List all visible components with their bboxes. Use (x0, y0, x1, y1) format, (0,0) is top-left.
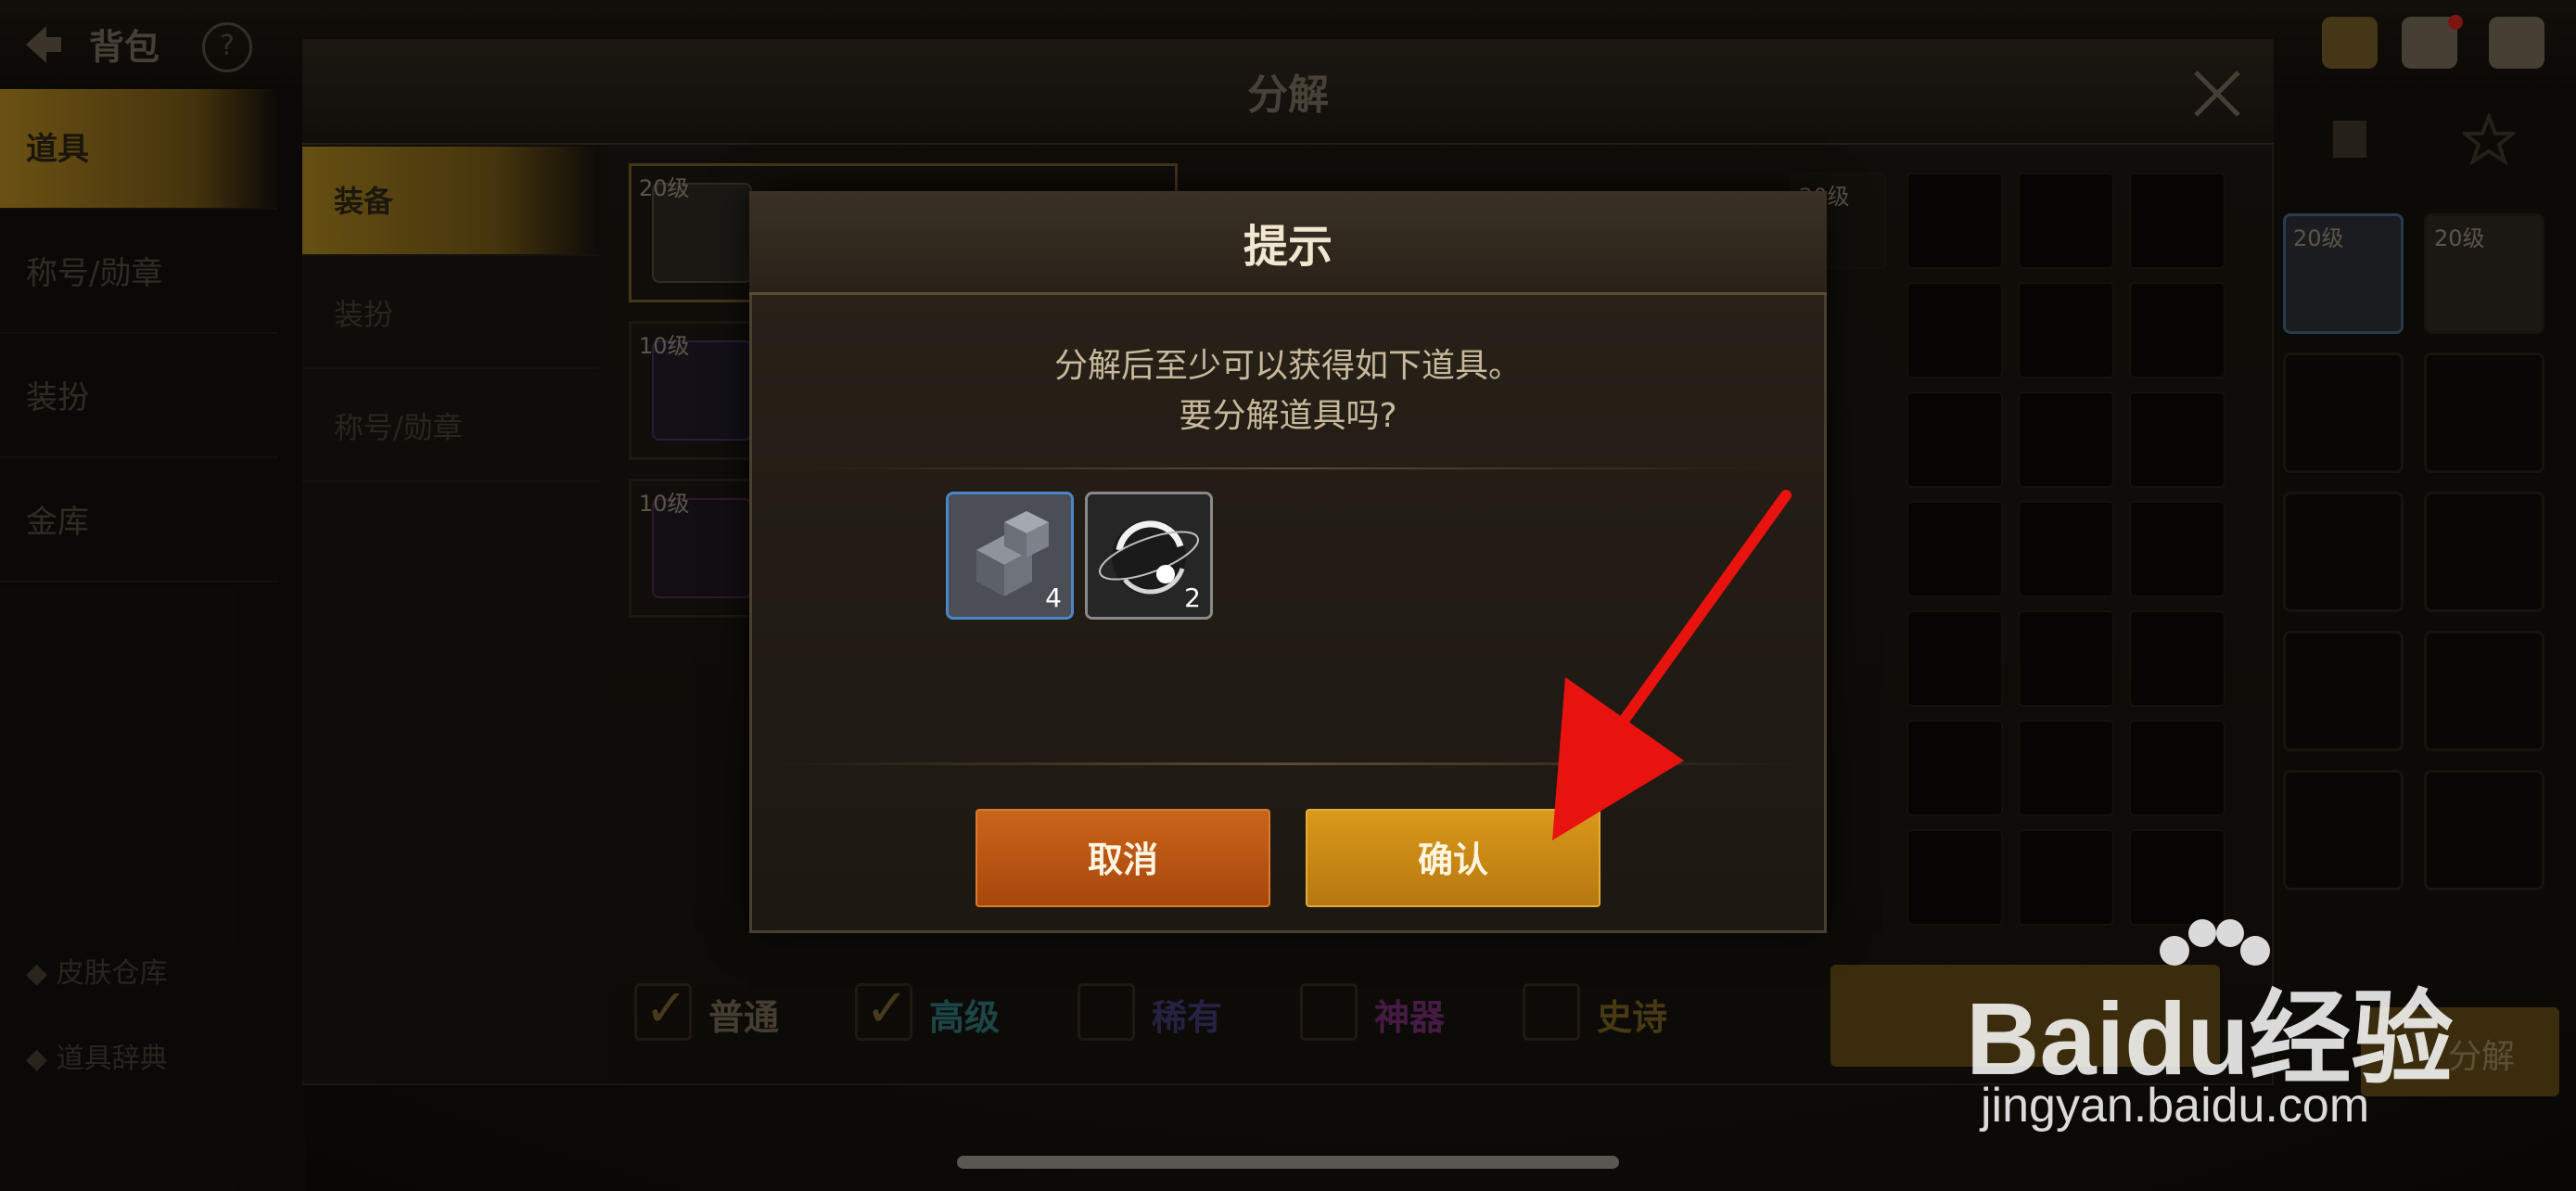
dialog-message-line2: 要分解道具吗? (1179, 397, 1397, 435)
watermark-url: jingyan.baidu.com (1981, 1079, 2370, 1133)
reward-count: 4 (1045, 583, 1062, 613)
dialog-divider (797, 467, 1780, 469)
reward-item[interactable]: 4 (946, 492, 1074, 620)
reward-count: 2 (1184, 583, 1201, 613)
dialog-message: 分解后至少可以获得如下道具。 要分解道具吗? (749, 341, 1827, 442)
cancel-button[interactable]: 取消 (976, 809, 1270, 907)
reward-item[interactable]: 2 (1085, 492, 1213, 620)
home-indicator[interactable] (957, 1156, 1619, 1169)
dialog-title: 提示 (1243, 221, 1333, 273)
dialog-message-line1: 分解后至少可以获得如下道具。 (1053, 347, 1522, 385)
red-arrow-icon (1552, 490, 1792, 840)
baidu-watermark: Baidu经验 jingyan.baidu.com (1966, 918, 2485, 1141)
